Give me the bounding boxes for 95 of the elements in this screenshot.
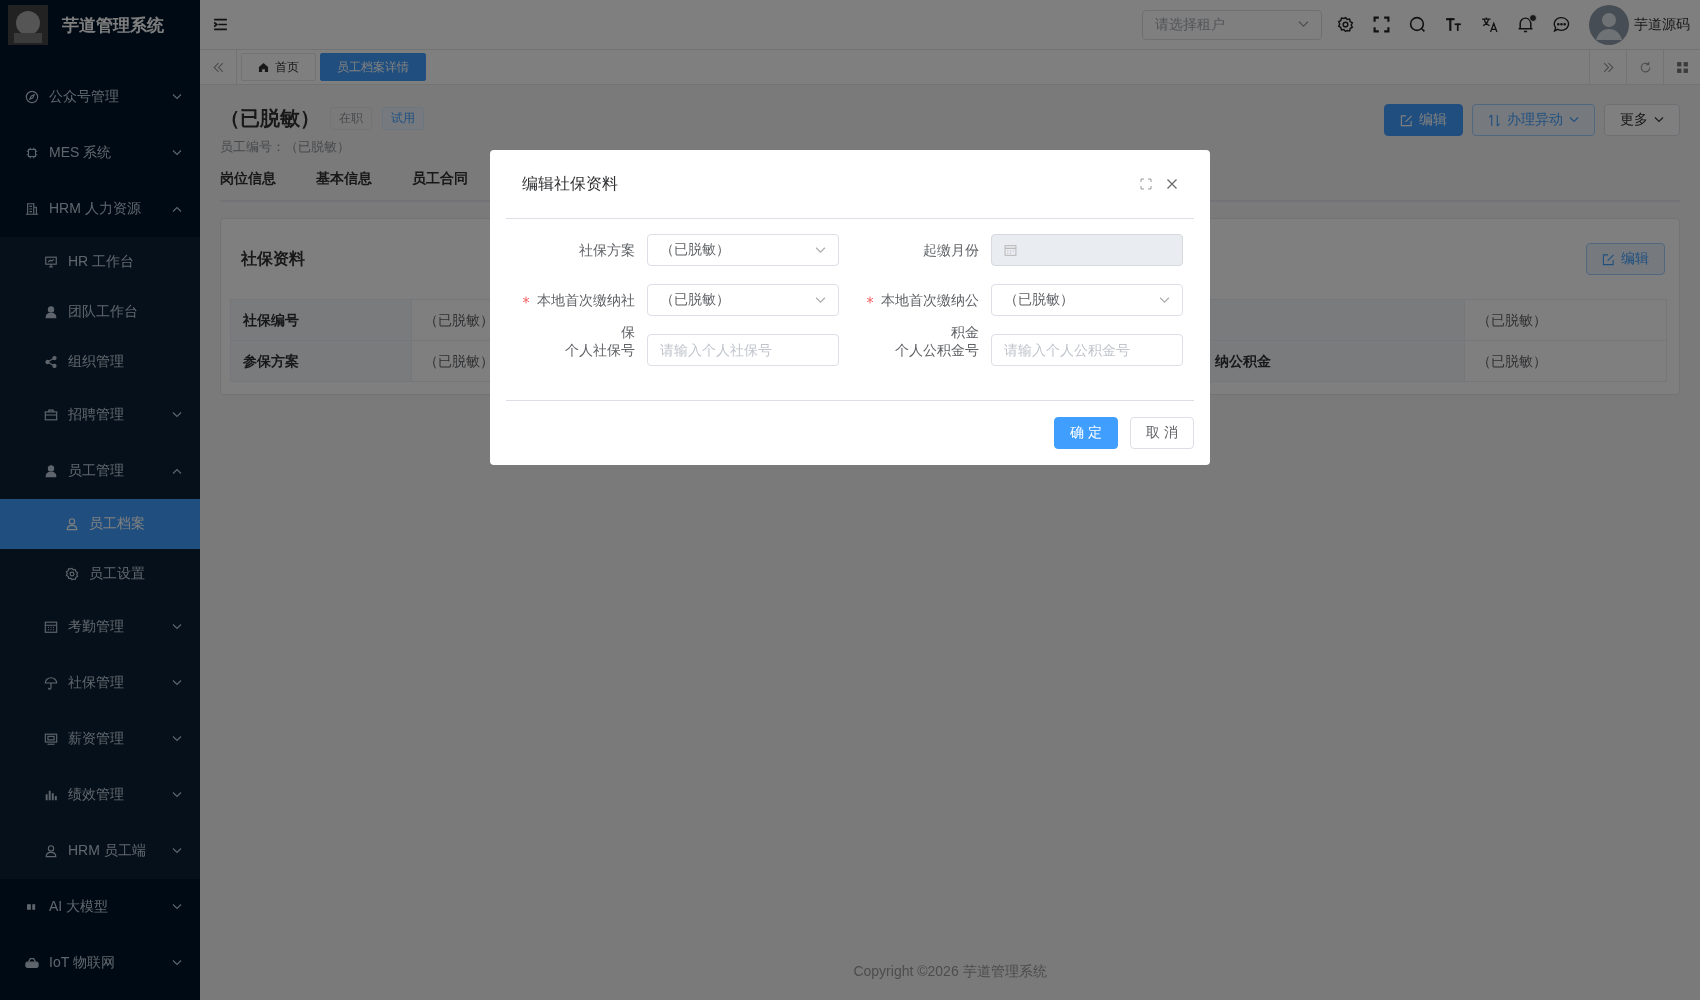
sidebar-item[interactable]: 员工档案 bbox=[0, 499, 200, 549]
input-field[interactable]: 请输入个人公积金号 bbox=[991, 334, 1183, 366]
grid-icon[interactable] bbox=[1675, 60, 1689, 74]
caret-icon bbox=[1159, 296, 1170, 304]
field-label: 社保方案 bbox=[579, 242, 635, 258]
chevron-icon bbox=[172, 624, 182, 630]
chevron-icon bbox=[172, 792, 182, 798]
sidebar-item[interactable]: AI 大模型 bbox=[0, 879, 200, 935]
input-field[interactable]: 请输入个人社保号 bbox=[647, 334, 839, 366]
chevron-icon bbox=[172, 206, 182, 212]
tab[interactable]: 员工合同 bbox=[412, 170, 468, 200]
tab[interactable]: 基本信息 bbox=[316, 170, 372, 200]
dropdown-button[interactable]: 更多 bbox=[1604, 104, 1680, 136]
chat-icon[interactable] bbox=[1553, 16, 1570, 33]
edit-button[interactable]: 编辑 bbox=[1586, 243, 1665, 275]
field-label: 起缴月份 bbox=[923, 242, 979, 258]
home-icon bbox=[258, 61, 269, 73]
table-cell-text: （已脱敏） bbox=[1476, 352, 1548, 371]
sidebar-item[interactable]: 社保管理 bbox=[0, 655, 200, 711]
sidebar-item[interactable]: 团队工作台 bbox=[0, 287, 200, 337]
caret-icon bbox=[1569, 117, 1579, 123]
field-label: 个人社保号 bbox=[565, 342, 635, 358]
caret-icon bbox=[1654, 117, 1664, 123]
sidebar-item[interactable]: 薪资管理 bbox=[0, 711, 200, 767]
table-cell: 社保编号 bbox=[231, 300, 412, 340]
menu-icon[interactable] bbox=[212, 16, 229, 33]
settings-icon[interactable] bbox=[1337, 16, 1354, 33]
chevron-icon bbox=[172, 960, 182, 966]
employee-name: （已脱敏） bbox=[220, 105, 320, 131]
sidebar-item[interactable]: 考勤管理 bbox=[0, 599, 200, 655]
edit-button[interactable]: 编辑 bbox=[1384, 104, 1463, 136]
app-title: 芋道管理系统 bbox=[62, 14, 164, 37]
sidebar-item[interactable]: 绩效管理 bbox=[0, 767, 200, 823]
chevron-icon bbox=[172, 94, 182, 100]
table-cell-text: （已脱敏） bbox=[1476, 311, 1548, 330]
caret-icon bbox=[815, 296, 826, 304]
select-field[interactable]: （已脱敏） bbox=[647, 234, 839, 266]
dropdown-button[interactable]: 办理异动 bbox=[1472, 104, 1595, 136]
calendar-icon bbox=[1004, 243, 1017, 257]
table-cell: 参保方案 bbox=[231, 341, 412, 381]
chip-icon bbox=[25, 146, 39, 160]
select-field[interactable]: （已脱敏） bbox=[647, 284, 839, 316]
confirm-button[interactable]: 确 定 bbox=[1054, 417, 1119, 449]
chevron-icon bbox=[172, 150, 182, 156]
field-label: 个人公积金号 bbox=[895, 342, 979, 358]
caret-icon bbox=[1298, 21, 1309, 28]
briefcase-icon bbox=[44, 408, 58, 422]
bars-icon bbox=[44, 788, 58, 802]
sidebar-item[interactable]: 公众号管理 bbox=[0, 69, 200, 125]
sidebar-item[interactable]: HR 工作台 bbox=[0, 237, 200, 287]
gear-icon bbox=[65, 567, 79, 581]
sidebar-item[interactable]: HRM 人力资源 bbox=[0, 181, 200, 237]
calendar-icon bbox=[44, 620, 58, 634]
fullscreen-icon[interactable] bbox=[1373, 16, 1390, 33]
caret-icon bbox=[815, 246, 826, 254]
sidebar-item[interactable]: 组织管理 bbox=[0, 337, 200, 387]
sidebar-item[interactable]: IoT 物联网 bbox=[0, 935, 200, 991]
sidebar-item[interactable]: 员工管理 bbox=[0, 443, 200, 499]
person-outline-icon bbox=[65, 517, 79, 531]
person-outline-icon bbox=[44, 844, 58, 858]
compass-icon bbox=[25, 90, 39, 104]
chevron-icon bbox=[172, 848, 182, 854]
page-tab[interactable]: 首页 bbox=[241, 53, 316, 81]
chevron-icon bbox=[172, 680, 182, 686]
font-size-icon[interactable] bbox=[1445, 16, 1462, 33]
action-icon bbox=[1400, 113, 1413, 127]
select-field[interactable]: （已脱敏） bbox=[991, 284, 1183, 316]
user-name[interactable]: 芋道源码 bbox=[1634, 15, 1690, 34]
sidebar-item[interactable]: HRM 员工端 bbox=[0, 823, 200, 879]
share-icon bbox=[44, 355, 58, 369]
tab[interactable]: 岗位信息 bbox=[220, 170, 276, 200]
umbrella-icon bbox=[44, 676, 58, 690]
sidebar-item[interactable]: MES 系统 bbox=[0, 125, 200, 181]
chevron-icon bbox=[172, 412, 182, 418]
action-icon bbox=[1488, 113, 1501, 127]
chevron-icon bbox=[172, 904, 182, 910]
cancel-button[interactable]: 取 消 bbox=[1130, 417, 1194, 449]
monitor-icon bbox=[44, 255, 58, 269]
bell-icon[interactable] bbox=[1517, 16, 1534, 33]
status-tag: 试用 bbox=[382, 106, 424, 130]
building-icon bbox=[25, 202, 39, 216]
person-icon bbox=[44, 305, 58, 319]
chevron-icon bbox=[172, 468, 182, 474]
edit-icon bbox=[1602, 252, 1615, 266]
sidebar-item[interactable]: 员工设置 bbox=[0, 549, 200, 599]
translate-icon[interactable] bbox=[1481, 16, 1498, 33]
page-tab[interactable]: 员工档案详情 bbox=[320, 53, 426, 81]
search-icon[interactable] bbox=[1409, 16, 1426, 33]
card-title: 社保资料 bbox=[241, 248, 305, 269]
dialog-title: 编辑社保资料 bbox=[522, 173, 619, 194]
chevron-icon bbox=[172, 736, 182, 742]
person-icon bbox=[44, 464, 58, 478]
close-icon[interactable] bbox=[1166, 178, 1178, 190]
sidebar-item[interactable]: 招聘管理 bbox=[0, 387, 200, 443]
logo-icon bbox=[8, 5, 48, 45]
